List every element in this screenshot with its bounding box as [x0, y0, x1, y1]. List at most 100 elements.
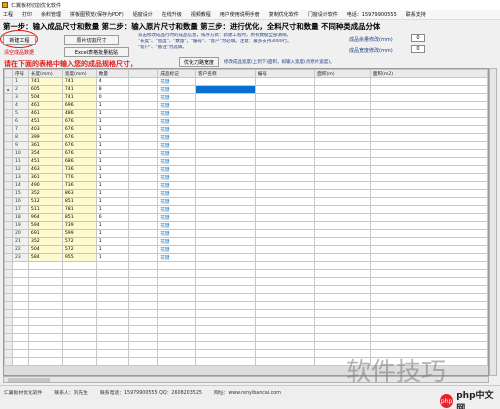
cell-area[interactable]	[314, 181, 371, 190]
cell-empty[interactable]	[61, 349, 97, 358]
cell-mark[interactable]: 花键	[157, 229, 197, 238]
menu-leftover[interactable]: 余料管理	[41, 11, 61, 18]
cell-area2[interactable]	[369, 117, 488, 126]
cell-empty[interactable]	[95, 269, 129, 278]
cell-empty[interactable]	[11, 269, 29, 278]
row-indicator[interactable]	[4, 341, 13, 350]
cell-customer[interactable]	[195, 109, 256, 118]
cell-empty[interactable]	[157, 261, 197, 270]
cell-empty[interactable]	[157, 325, 197, 334]
table-row[interactable]: 23 584 955 1 花键	[4, 253, 488, 262]
cell-blank[interactable]	[127, 197, 159, 206]
cell-empty[interactable]	[27, 269, 63, 278]
cell-empty[interactable]	[95, 349, 129, 358]
cell-blank[interactable]	[127, 125, 159, 134]
row-indicator[interactable]	[4, 181, 13, 190]
row-indicator[interactable]	[4, 189, 13, 198]
cell-length[interactable]: 584	[27, 253, 63, 262]
cell-empty[interactable]	[254, 325, 316, 334]
cell-quantity[interactable]: 1	[95, 205, 129, 214]
table-row[interactable]	[4, 317, 488, 326]
cell-empty[interactable]	[195, 269, 256, 278]
cell-width[interactable]: 863	[61, 189, 97, 198]
cell-empty[interactable]	[95, 309, 129, 318]
cell-width[interactable]: 736	[61, 181, 97, 190]
cell-empty[interactable]	[254, 357, 316, 366]
row-indicator[interactable]	[4, 93, 13, 102]
cell-quantity[interactable]: 1	[95, 141, 129, 150]
cell-empty[interactable]	[314, 269, 371, 278]
cell-blank[interactable]	[127, 133, 159, 142]
cell-empty[interactable]	[314, 309, 371, 318]
cell-blank[interactable]	[127, 237, 159, 246]
cell-empty[interactable]	[127, 341, 159, 350]
menu-print[interactable]: 打印	[22, 11, 32, 18]
cell-code[interactable]	[254, 165, 316, 174]
cell-length[interactable]: 504	[27, 93, 63, 102]
cell-empty[interactable]	[95, 317, 129, 326]
cell-mark[interactable]: 花键	[157, 189, 197, 198]
cell-mark[interactable]: 花键	[157, 205, 197, 214]
cell-empty[interactable]	[157, 357, 197, 366]
table-row[interactable]	[4, 277, 488, 286]
cell-code[interactable]	[254, 125, 316, 134]
cell-code[interactable]	[254, 253, 316, 262]
cell-length[interactable]: 352	[27, 237, 63, 246]
table-row[interactable]: 13 361 776 1 花键	[4, 173, 488, 182]
cell-mark[interactable]: 花键	[157, 237, 197, 246]
cell-blank[interactable]	[127, 165, 159, 174]
cell-code[interactable]	[254, 173, 316, 182]
row-indicator[interactable]	[4, 133, 13, 142]
cell-empty[interactable]	[27, 349, 63, 358]
cell-area[interactable]	[314, 245, 371, 254]
cell-area[interactable]	[314, 165, 371, 174]
cell-empty[interactable]	[195, 309, 256, 318]
cell-blank[interactable]	[127, 77, 159, 86]
table-row[interactable]: 20 691 599 1 花键	[4, 229, 488, 238]
cell-empty[interactable]	[27, 357, 63, 366]
cell-customer[interactable]	[195, 253, 256, 262]
cell-code[interactable]	[254, 117, 316, 126]
table-row[interactable]: 6 451 676 1 花键	[4, 117, 488, 126]
row-indicator[interactable]	[4, 285, 13, 294]
cell-quantity[interactable]: 1	[95, 157, 129, 166]
cell-mark[interactable]: 花键	[157, 109, 197, 118]
cell-area2[interactable]	[369, 245, 488, 254]
cell-width[interactable]: 696	[61, 101, 97, 110]
row-indicator[interactable]	[4, 229, 13, 238]
cell-blank[interactable]	[127, 141, 159, 150]
cell-empty[interactable]	[369, 317, 488, 326]
cell-empty[interactable]	[254, 285, 316, 294]
cell-quantity[interactable]: 1	[95, 221, 129, 230]
table-row[interactable]: 11 451 686 1 花键	[4, 157, 488, 166]
cell-area2[interactable]	[369, 101, 488, 110]
cell-customer[interactable]	[195, 205, 256, 214]
cell-area2[interactable]	[369, 125, 488, 134]
cell-blank[interactable]	[127, 213, 159, 222]
row-indicator[interactable]	[4, 349, 13, 358]
cell-width[interactable]: 741	[61, 85, 97, 94]
cell-length[interactable]: 461	[27, 109, 63, 118]
cell-customer[interactable]	[195, 149, 256, 158]
cell-area[interactable]	[314, 101, 371, 110]
cell-customer[interactable]	[195, 117, 256, 126]
cell-code[interactable]	[254, 85, 316, 94]
cell-area[interactable]	[314, 253, 371, 262]
table-row[interactable]: 3 504 741 0 花键	[4, 93, 488, 102]
cell-mark[interactable]: 花键	[157, 221, 197, 230]
cell-area2[interactable]	[369, 173, 488, 182]
cell-code[interactable]	[254, 221, 316, 230]
cell-empty[interactable]	[195, 333, 256, 342]
row-indicator[interactable]	[4, 149, 13, 158]
cell-empty[interactable]	[27, 309, 63, 318]
cell-area[interactable]	[314, 93, 371, 102]
table-row[interactable]: 10 354 676 1 花键	[4, 149, 488, 158]
cell-empty[interactable]	[369, 261, 488, 270]
cell-code[interactable]	[254, 77, 316, 86]
cell-blank[interactable]	[127, 189, 159, 198]
cell-empty[interactable]	[127, 357, 159, 366]
cell-empty[interactable]	[61, 285, 97, 294]
cell-empty[interactable]	[254, 277, 316, 286]
cell-empty[interactable]	[27, 325, 63, 334]
cell-width[interactable]: 686	[61, 157, 97, 166]
